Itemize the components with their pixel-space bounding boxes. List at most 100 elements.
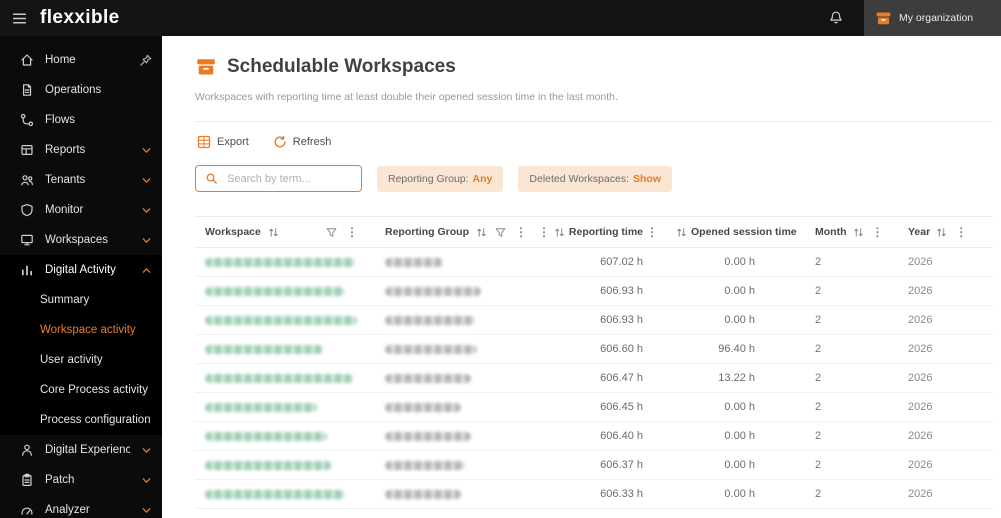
workspace-cell — [195, 431, 360, 441]
patch-icon — [20, 473, 34, 487]
sidebar-item-workspaces[interactable]: Workspaces — [0, 225, 162, 255]
sidebar-item-home[interactable]: Home — [0, 45, 162, 75]
column-label: Reporting time — [568, 226, 643, 238]
workspace-cell — [195, 286, 360, 296]
pin-icon[interactable] — [139, 54, 152, 67]
workspace-cell — [195, 460, 360, 470]
year-value: 2026 — [908, 314, 933, 326]
export-icon — [197, 135, 211, 149]
filter-row: Reporting Group: Any Deleted Workspaces:… — [195, 165, 993, 192]
column-header-workspace[interactable]: Workspace ⋮ — [195, 225, 360, 239]
redacted-reporting-group — [385, 373, 471, 383]
column-label: Workspace — [205, 226, 261, 238]
topbar-right: My organization — [828, 0, 1001, 36]
sidebar-item-tenants[interactable]: Tenants — [0, 165, 162, 195]
sidebar-item-flows[interactable]: Flows — [0, 105, 162, 135]
search-icon — [205, 172, 218, 185]
sort-icon[interactable] — [675, 226, 688, 239]
filter-chip-reporting-group[interactable]: Reporting Group: Any — [377, 165, 504, 192]
sidebar-item-operations[interactable]: Operations — [0, 75, 162, 105]
menu-icon[interactable] — [0, 10, 38, 27]
analyzer-icon — [20, 503, 34, 517]
column-header-opened-session-time[interactable]: Opened session time — [661, 226, 797, 239]
table-row[interactable]: 606.93 h 0.00 h 2 2026 — [195, 306, 993, 335]
table-row[interactable]: 606.40 h 0.00 h 2 2026 — [195, 422, 993, 451]
sort-icon[interactable] — [267, 226, 280, 239]
chevron-down-icon — [141, 265, 152, 276]
column-label: Reporting Group — [385, 226, 469, 238]
sidebar-item-summary[interactable]: Summary — [0, 285, 162, 315]
reporting-time-value: 606.40 h — [600, 430, 643, 442]
opened-session-time-value: 0.00 h — [724, 314, 755, 326]
column-header-reporting-group[interactable]: Reporting Group ⋮ — [360, 225, 535, 239]
sidebar-item-reports[interactable]: Reports — [0, 135, 162, 165]
sort-icon[interactable] — [852, 226, 865, 239]
export-button[interactable]: Export — [197, 135, 249, 149]
column-label: Month — [815, 226, 847, 238]
sidebar-item-analyzer[interactable]: Analyzer — [0, 495, 162, 518]
table-row[interactable]: 607.02 h 0.00 h 2 2026 — [195, 248, 993, 277]
filter-funnel-icon[interactable] — [494, 226, 507, 239]
reporting-group-cell — [360, 286, 535, 296]
sidebar-item-workspace-activity[interactable]: Workspace activity — [0, 315, 162, 345]
sidebar-item-label: Operations — [45, 84, 102, 96]
table-row[interactable]: 606.33 h 0.00 h 2 2026 — [195, 480, 993, 509]
table-row[interactable]: 606.60 h 96.40 h 2 2026 — [195, 335, 993, 364]
logo: flexxible — [40, 7, 120, 28]
table-row[interactable]: 606.93 h 0.00 h 2 2026 — [195, 277, 993, 306]
table-row[interactable]: 606.45 h 0.00 h 2 2026 — [195, 393, 993, 422]
workspaces-icon — [20, 233, 34, 247]
filter-chip-label: Reporting Group: — [388, 172, 469, 185]
column-menu-icon[interactable]: ⋮ — [536, 225, 552, 239]
sort-icon[interactable] — [935, 226, 948, 239]
sidebar-item-monitor[interactable]: Monitor — [0, 195, 162, 225]
column-header-reporting-time[interactable]: Reporting time — [553, 226, 643, 239]
filter-funnel-icon[interactable] — [325, 226, 338, 239]
year-value: 2026 — [908, 343, 933, 355]
table-body: 607.02 h 0.00 h 2 2026 606.93 h 0.00 h 2 2026 60… — [195, 248, 993, 509]
year-value: 2026 — [908, 401, 933, 413]
column-header-year[interactable]: Year ⋮ — [881, 225, 971, 239]
chevron-down-icon — [141, 145, 152, 156]
sidebar-item-process-configuration[interactable]: Process configuration — [0, 405, 162, 435]
reporting-group-cell — [360, 460, 535, 470]
page-subtitle: Workspaces with reporting time at least … — [195, 91, 618, 103]
column-menu-icon[interactable]: ⋮ — [344, 225, 360, 239]
sort-icon[interactable] — [553, 226, 566, 239]
workspace-cell — [195, 489, 360, 499]
opened-session-time-value: 0.00 h — [724, 430, 755, 442]
opened-session-time-value: 13.22 h — [718, 372, 755, 384]
sidebar-item-core-process-activity[interactable]: Core Process activity — [0, 375, 162, 405]
column-menu-icon[interactable]: ⋮ — [953, 225, 969, 239]
notifications-bell-icon[interactable] — [828, 10, 844, 26]
opened-session-time-value: 0.00 h — [724, 401, 755, 413]
table-row[interactable]: 606.37 h 0.00 h 2 2026 — [195, 451, 993, 480]
filter-chip-deleted-workspaces[interactable]: Deleted Workspaces: Show — [518, 165, 672, 192]
sidebar-item-digital-activity[interactable]: Digital Activity — [0, 255, 162, 285]
column-menu-icon[interactable]: ⋮ — [644, 225, 660, 239]
filter-chip-value: Any — [472, 172, 493, 185]
column-menu-icon[interactable]: ⋮ — [513, 225, 529, 239]
sidebar-item-digital-experience[interactable]: Digital Experience — [0, 435, 162, 465]
column-menu[interactable]: ⋮ — [643, 225, 661, 239]
sidebar-item-user-activity[interactable]: User activity — [0, 345, 162, 375]
month-value: 2 — [815, 430, 822, 442]
search-box[interactable] — [195, 165, 362, 192]
sidebar-item-label: Workspaces — [45, 234, 109, 246]
column-header-month[interactable]: Month ⋮ — [791, 225, 884, 239]
redacted-workspace-name — [205, 402, 317, 412]
reporting-group-cell — [360, 257, 535, 267]
search-input[interactable] — [225, 171, 352, 186]
sidebar-item-label: Core Process activity — [40, 384, 149, 396]
organization-selector[interactable]: My organization — [864, 0, 1001, 36]
column-menu[interactable]: ⋮ — [535, 225, 553, 239]
sidebar-item-patch[interactable]: Patch — [0, 465, 162, 495]
sort-icon[interactable] — [475, 226, 488, 239]
toolbar: Export Refresh — [195, 122, 993, 161]
redacted-reporting-group — [385, 344, 477, 354]
table-row[interactable]: 606.47 h 13.22 h 2 2026 — [195, 364, 993, 393]
page-title: Schedulable Workspaces — [227, 56, 456, 77]
refresh-button[interactable]: Refresh — [273, 135, 331, 149]
reporting-group-cell — [360, 315, 535, 325]
redacted-reporting-group — [385, 489, 461, 499]
